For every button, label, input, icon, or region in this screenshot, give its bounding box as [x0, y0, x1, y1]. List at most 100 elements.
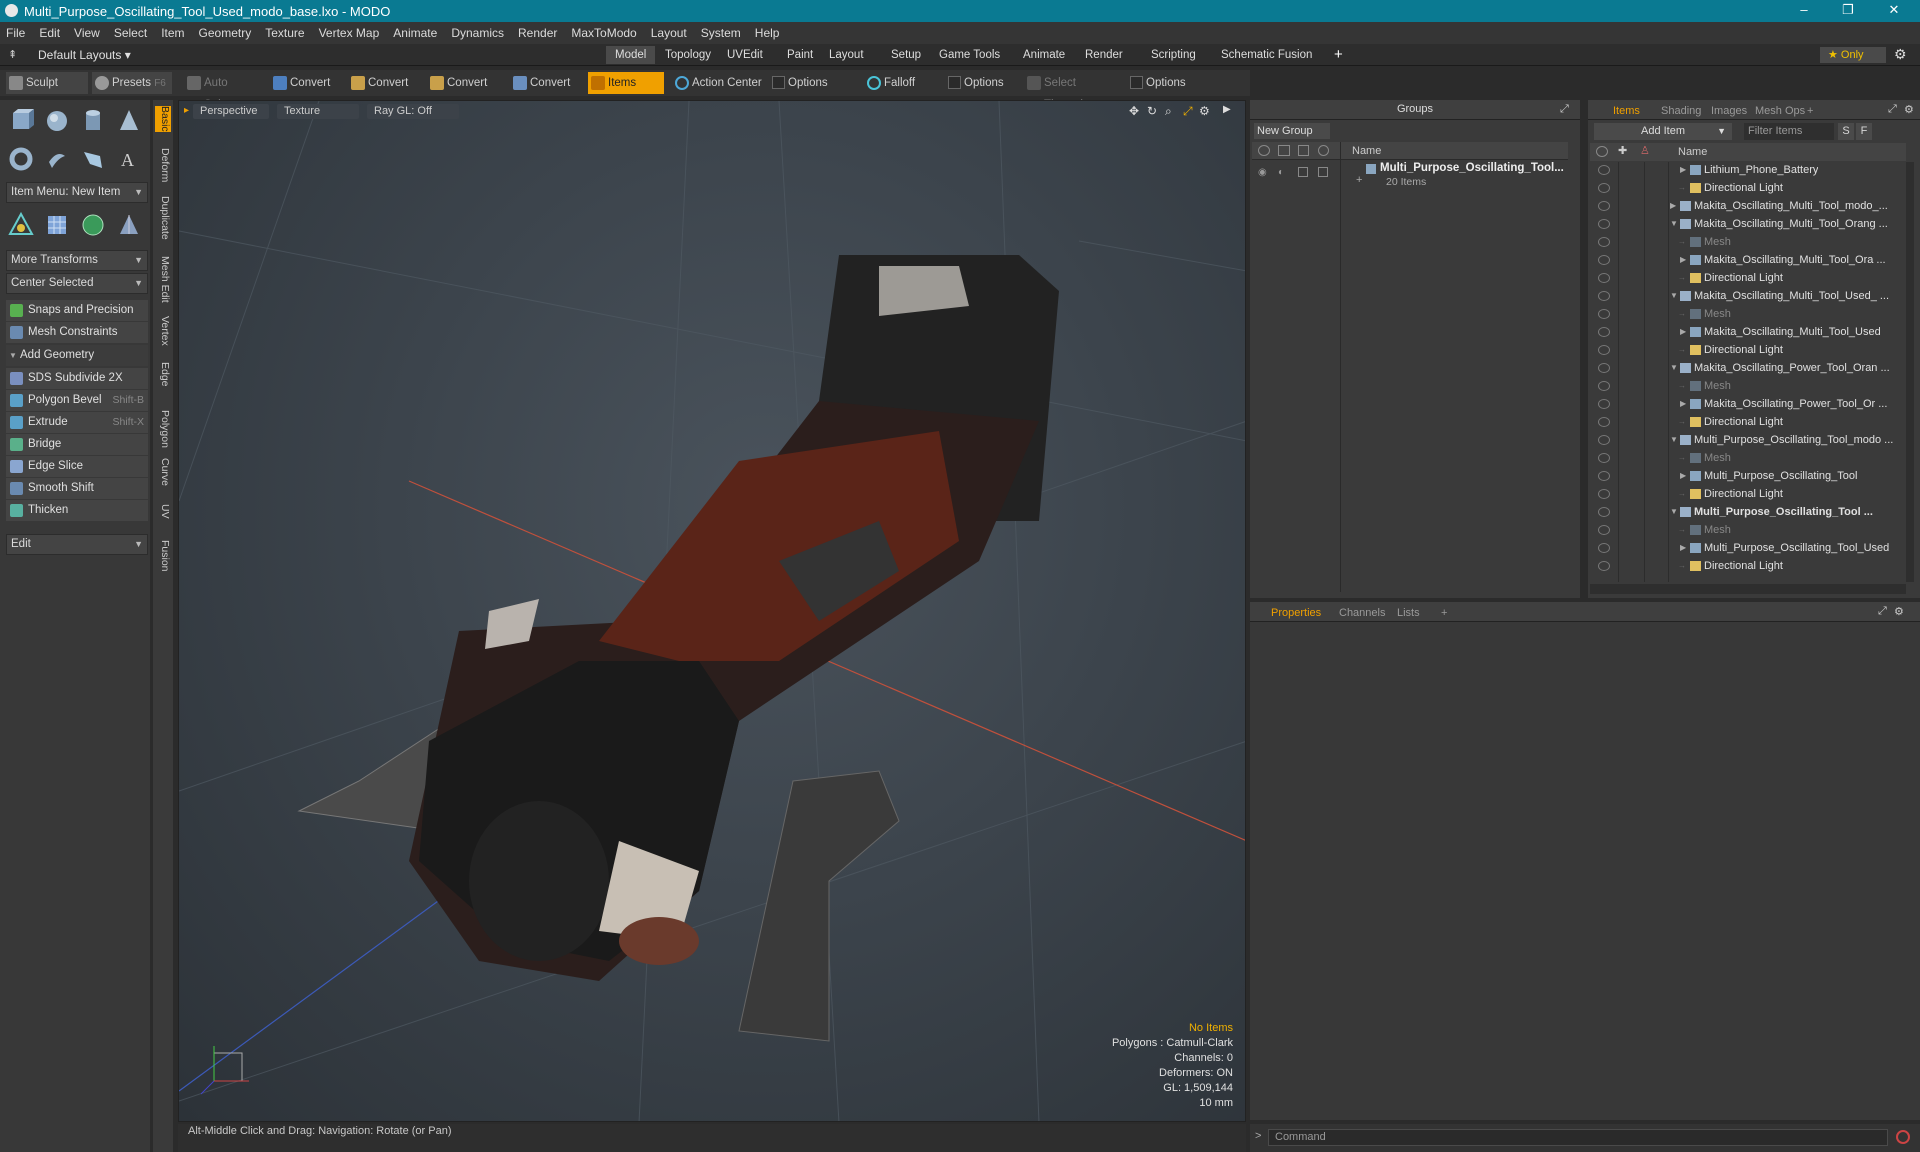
zoom-icon[interactable]: ⌕ [1165, 104, 1172, 119]
pyramid-transform-icon[interactable] [112, 208, 146, 242]
item-row[interactable]: ▶ Makita_Oscillating_Power_Tool_Or ... [1590, 395, 1906, 413]
mesh-constraints-button[interactable]: Mesh Constraints [6, 322, 148, 343]
edit-dropdown[interactable]: Edit ▼ [6, 534, 148, 555]
convert-vertices-button[interactable]: Convert [270, 72, 344, 94]
vertical-tab[interactable]: Vertex [155, 316, 171, 346]
filter-items-input[interactable]: Filter Items [1744, 123, 1834, 140]
expand-icon[interactable]: ▶ [1680, 323, 1686, 341]
eye-icon[interactable] [1598, 489, 1610, 499]
properties-tab[interactable]: Lists [1390, 605, 1427, 621]
tool-button[interactable]: Smooth Shift [6, 478, 148, 499]
expand-panel-icon[interactable]: ⤢ [1888, 103, 1897, 116]
items-tab[interactable]: + [1800, 103, 1820, 119]
layout-tab[interactable]: Model [606, 46, 656, 64]
menu-item[interactable]: Render [518, 26, 557, 40]
viewport-expand-icon[interactable]: ▶ [1223, 104, 1231, 115]
item-row[interactable]: → Mesh [1590, 233, 1906, 251]
eye-icon[interactable] [1598, 309, 1610, 319]
collapse-icon[interactable]: ▼ [1670, 431, 1678, 449]
convert-polygons-button[interactable]: Convert [427, 72, 501, 94]
menu-item[interactable]: Vertex Map [319, 26, 380, 40]
vertical-tab[interactable]: Deform [155, 148, 171, 182]
eye-icon[interactable] [1598, 291, 1610, 301]
pin-icon[interactable]: ✚ [1618, 144, 1627, 157]
layout-tab[interactable]: Animate [1014, 46, 1074, 64]
render-icon[interactable] [1278, 145, 1290, 156]
items-mode-button[interactable]: Items [588, 72, 664, 94]
tool-button[interactable]: SDS Subdivide 2X [6, 368, 148, 389]
layout-tab[interactable]: Game Tools [930, 46, 1009, 64]
menu-item[interactable]: File [6, 26, 25, 40]
menu-item[interactable]: Layout [651, 26, 687, 40]
record-icon[interactable] [1896, 1130, 1910, 1144]
layout-tab[interactable]: UVEdit [718, 46, 772, 64]
eye-icon[interactable] [1598, 237, 1610, 247]
eye-icon[interactable] [1598, 183, 1610, 193]
layout-tab[interactable]: Topology [656, 46, 720, 64]
eye-icon[interactable] [1598, 507, 1610, 517]
layout-toggle-icon[interactable]: ⇞ [8, 48, 20, 61]
item-row[interactable]: → Directional Light [1590, 269, 1906, 287]
restore-button[interactable]: ❐ [1828, 0, 1868, 22]
s-filter-button[interactable]: S [1838, 123, 1854, 140]
eye-icon[interactable] [1258, 145, 1270, 156]
layout-selector[interactable]: Default Layouts ▾ [38, 48, 131, 62]
expand-icon[interactable]: ▶ [1680, 467, 1686, 485]
item-row[interactable]: ▼ Multi_Purpose_Oscillating_Tool_modo ... [1590, 431, 1906, 449]
collapse-icon[interactable]: ▼ [1670, 503, 1678, 521]
layout-tab[interactable]: Layout [820, 46, 873, 64]
expand-panel-icon[interactable]: ⤢ [1878, 605, 1887, 618]
panel-settings-icon[interactable]: ⚙ [1894, 605, 1904, 618]
fit-icon[interactable]: ⤢ [1183, 104, 1193, 119]
expand-icon[interactable]: ▶ [1680, 395, 1686, 413]
menu-item[interactable]: Animate [393, 26, 437, 40]
properties-tab[interactable]: + [1434, 605, 1454, 621]
shading-selector[interactable]: Texture [277, 104, 359, 119]
vertical-tab[interactable]: Edge [155, 362, 171, 387]
falloff-options-checkbox[interactable] [948, 76, 961, 89]
menu-item[interactable]: Item [161, 26, 184, 40]
expand-icon[interactable]: + [1356, 174, 1362, 186]
item-type-icon[interactable]: ♙ [1640, 144, 1650, 157]
item-row[interactable]: ▶ Makita_Oscillating_Multi_Tool_Ora ... [1590, 251, 1906, 269]
torus-primitive-icon[interactable] [4, 142, 38, 176]
menu-item[interactable]: View [74, 26, 100, 40]
sphere-primitive-icon[interactable] [40, 104, 74, 138]
layout-tab[interactable]: Schematic Fusion [1212, 46, 1321, 64]
items-tab[interactable]: Items [1606, 103, 1647, 119]
eye-icon[interactable] [1598, 363, 1610, 373]
properties-tab[interactable]: Properties [1264, 605, 1328, 621]
item-menu-dropdown[interactable]: Item Menu: New Item ▼ [6, 182, 148, 203]
eye-icon[interactable] [1596, 146, 1608, 157]
center-selected-dropdown[interactable]: Center Selected ▼ [6, 273, 148, 294]
items-tab[interactable]: Images [1704, 103, 1754, 119]
eye-icon[interactable] [1598, 471, 1610, 481]
vertical-tab[interactable]: Fusion [155, 540, 171, 572]
eye-icon[interactable] [1598, 255, 1610, 265]
layout-tab[interactable]: Paint [778, 46, 822, 64]
rotate-icon[interactable]: ↻ [1147, 104, 1157, 118]
menu-item[interactable]: System [701, 26, 741, 40]
menu-item[interactable]: Dynamics [451, 26, 504, 40]
properties-tab[interactable]: Channels [1332, 605, 1392, 621]
select-icon[interactable] [1318, 167, 1328, 177]
tool-button[interactable]: Polygon Bevel Shift-B [6, 390, 148, 411]
menu-item[interactable]: Edit [39, 26, 60, 40]
item-row[interactable]: ▼ Makita_Oscillating_Multi_Tool_Orang ... [1590, 215, 1906, 233]
minimize-button[interactable]: – [1784, 0, 1824, 22]
expand-panel-icon[interactable]: ⤢ [1560, 103, 1569, 116]
collapse-icon[interactable]: ▼ [1670, 215, 1678, 233]
pan-icon[interactable]: ✥ [1129, 104, 1139, 118]
gear-icon[interactable]: ⚙ [1894, 46, 1907, 63]
add-geometry-header[interactable]: ▼ Add Geometry [6, 345, 148, 366]
eye-icon[interactable] [1598, 345, 1610, 355]
capsule-primitive-icon[interactable] [40, 142, 74, 176]
render-icon[interactable]: ◐ [1278, 167, 1284, 178]
collapse-icon[interactable]: ▼ [1670, 359, 1678, 377]
select-icon[interactable] [1318, 145, 1329, 156]
item-row[interactable]: → Mesh [1590, 521, 1906, 539]
item-row[interactable]: ▶ Lithium_Phone_Battery [1590, 162, 1906, 179]
cone-primitive-icon[interactable] [112, 104, 146, 138]
vertical-tab[interactable]: Duplicate [155, 196, 171, 240]
item-row[interactable]: ▶ Makita_Oscillating_Multi_Tool_modo_... [1590, 197, 1906, 215]
